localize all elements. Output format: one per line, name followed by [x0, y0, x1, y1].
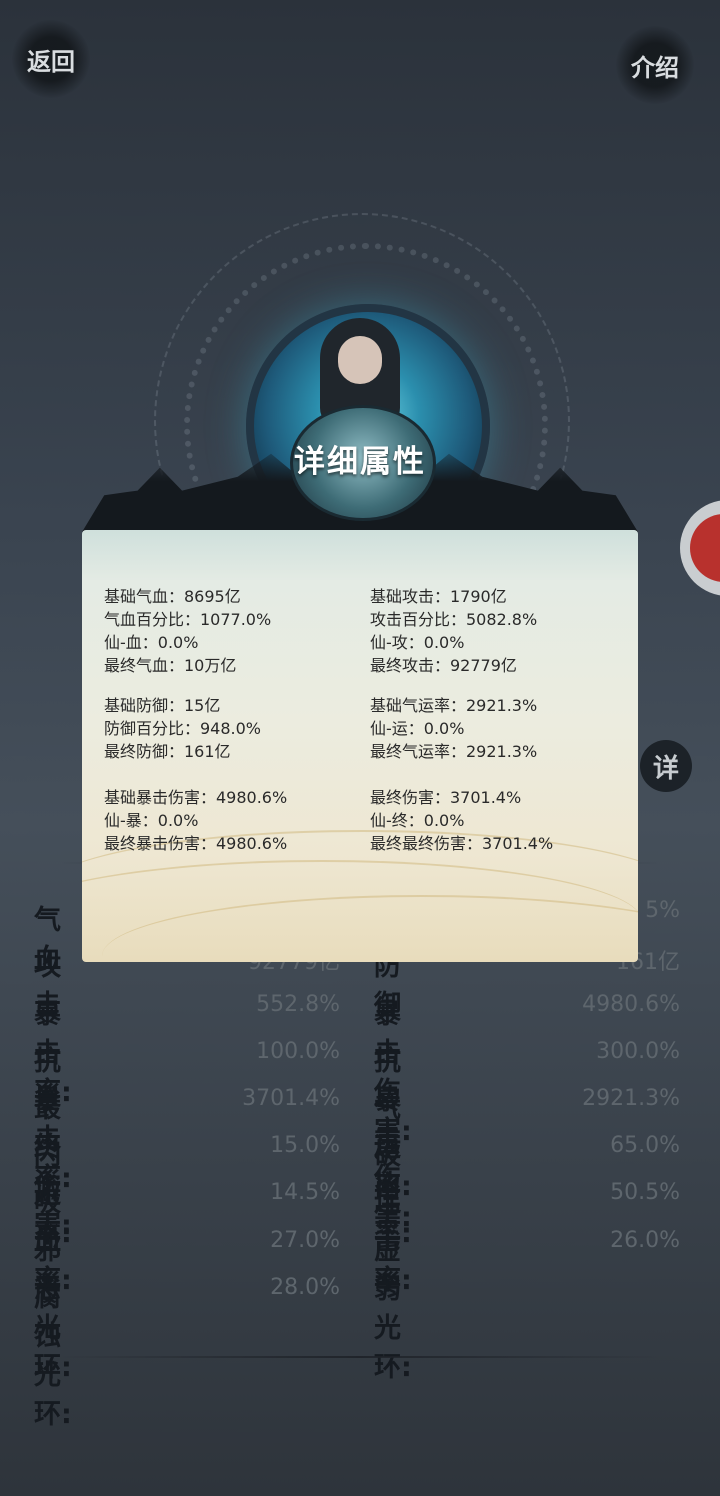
intro-button[interactable]: 介绍	[616, 26, 694, 104]
attr-line: 基础气血：8695亿	[104, 587, 241, 606]
detail-attributes-panel: 基础气血：8695亿 气血百分比：1077.0% 仙-血：0.0% 最终气血：1…	[82, 530, 638, 962]
stat-value: 27.0%	[270, 1228, 340, 1253]
attr-line: 最终防御：161亿	[104, 742, 231, 761]
attr-line: 仙-终：0.0%	[370, 811, 465, 830]
attr-line: 基础攻击：1790亿	[370, 587, 507, 606]
attr-line: 最终暴击伤害：4980.6%	[104, 834, 288, 853]
attr-line: 最终气运率：2921.3%	[370, 742, 538, 761]
stat-value: 300.0%	[596, 1039, 680, 1064]
attr-line: 基础气运率：2921.3%	[370, 696, 538, 715]
attr-line: 防御百分比：948.0%	[104, 719, 262, 738]
stat-value: 26.0%	[610, 1228, 680, 1253]
detail-button[interactable]: 详	[640, 740, 692, 792]
stat-value: 100.0%	[256, 1039, 340, 1064]
bottom-divider	[60, 1356, 660, 1358]
attr-line: 仙-血：0.0%	[104, 633, 199, 652]
attr-line: 仙-运：0.0%	[370, 719, 465, 738]
stat-label: 腐蚀光环:	[34, 1282, 72, 1430]
stat-value: 65.0%	[610, 1133, 680, 1158]
side-book-tab[interactable]	[680, 500, 720, 596]
stat-value: 552.8%	[256, 992, 340, 1017]
attr-line: 基础暴击伤害：4980.6%	[104, 788, 288, 807]
attr-line: 最终伤害：3701.4%	[370, 788, 522, 807]
attr-line: 仙-攻：0.0%	[370, 633, 465, 652]
stat-value: 15.0%	[270, 1133, 340, 1158]
book-icon	[690, 514, 720, 582]
attr-line: 最终气血：10万亿	[104, 656, 237, 675]
left-attribute-column: 基础气血：8695亿 气血百分比：1077.0% 仙-血：0.0% 最终气血：1…	[104, 585, 287, 855]
stat-label: 虚弱光环:	[374, 1235, 412, 1383]
stat-value: 50.5%	[610, 1180, 680, 1205]
attr-line: 最终最终伤害：3701.4%	[370, 834, 554, 853]
panel-title: 详细属性	[294, 444, 426, 480]
stat-value: 4980.6%	[582, 992, 680, 1017]
stat-value: 28.0%	[270, 1275, 340, 1300]
character-face	[338, 336, 382, 384]
attr-line: 攻击百分比：5082.8%	[370, 610, 538, 629]
attr-line: 气血百分比：1077.0%	[104, 610, 272, 629]
stat-value: 14.5%	[270, 1180, 340, 1205]
attr-line: 仙-暴：0.0%	[104, 811, 199, 830]
back-button[interactable]: 返回	[12, 20, 90, 98]
stat-value: 3701.4%	[242, 1086, 340, 1111]
right-attribute-column: 基础攻击：1790亿 攻击百分比：5082.8% 仙-攻：0.0% 最终攻击：9…	[370, 585, 553, 855]
stat-value: 2921.3%	[582, 1086, 680, 1111]
attr-line: 最终攻击：92779亿	[370, 656, 517, 675]
attr-line: 基础防御：15亿	[104, 696, 221, 715]
